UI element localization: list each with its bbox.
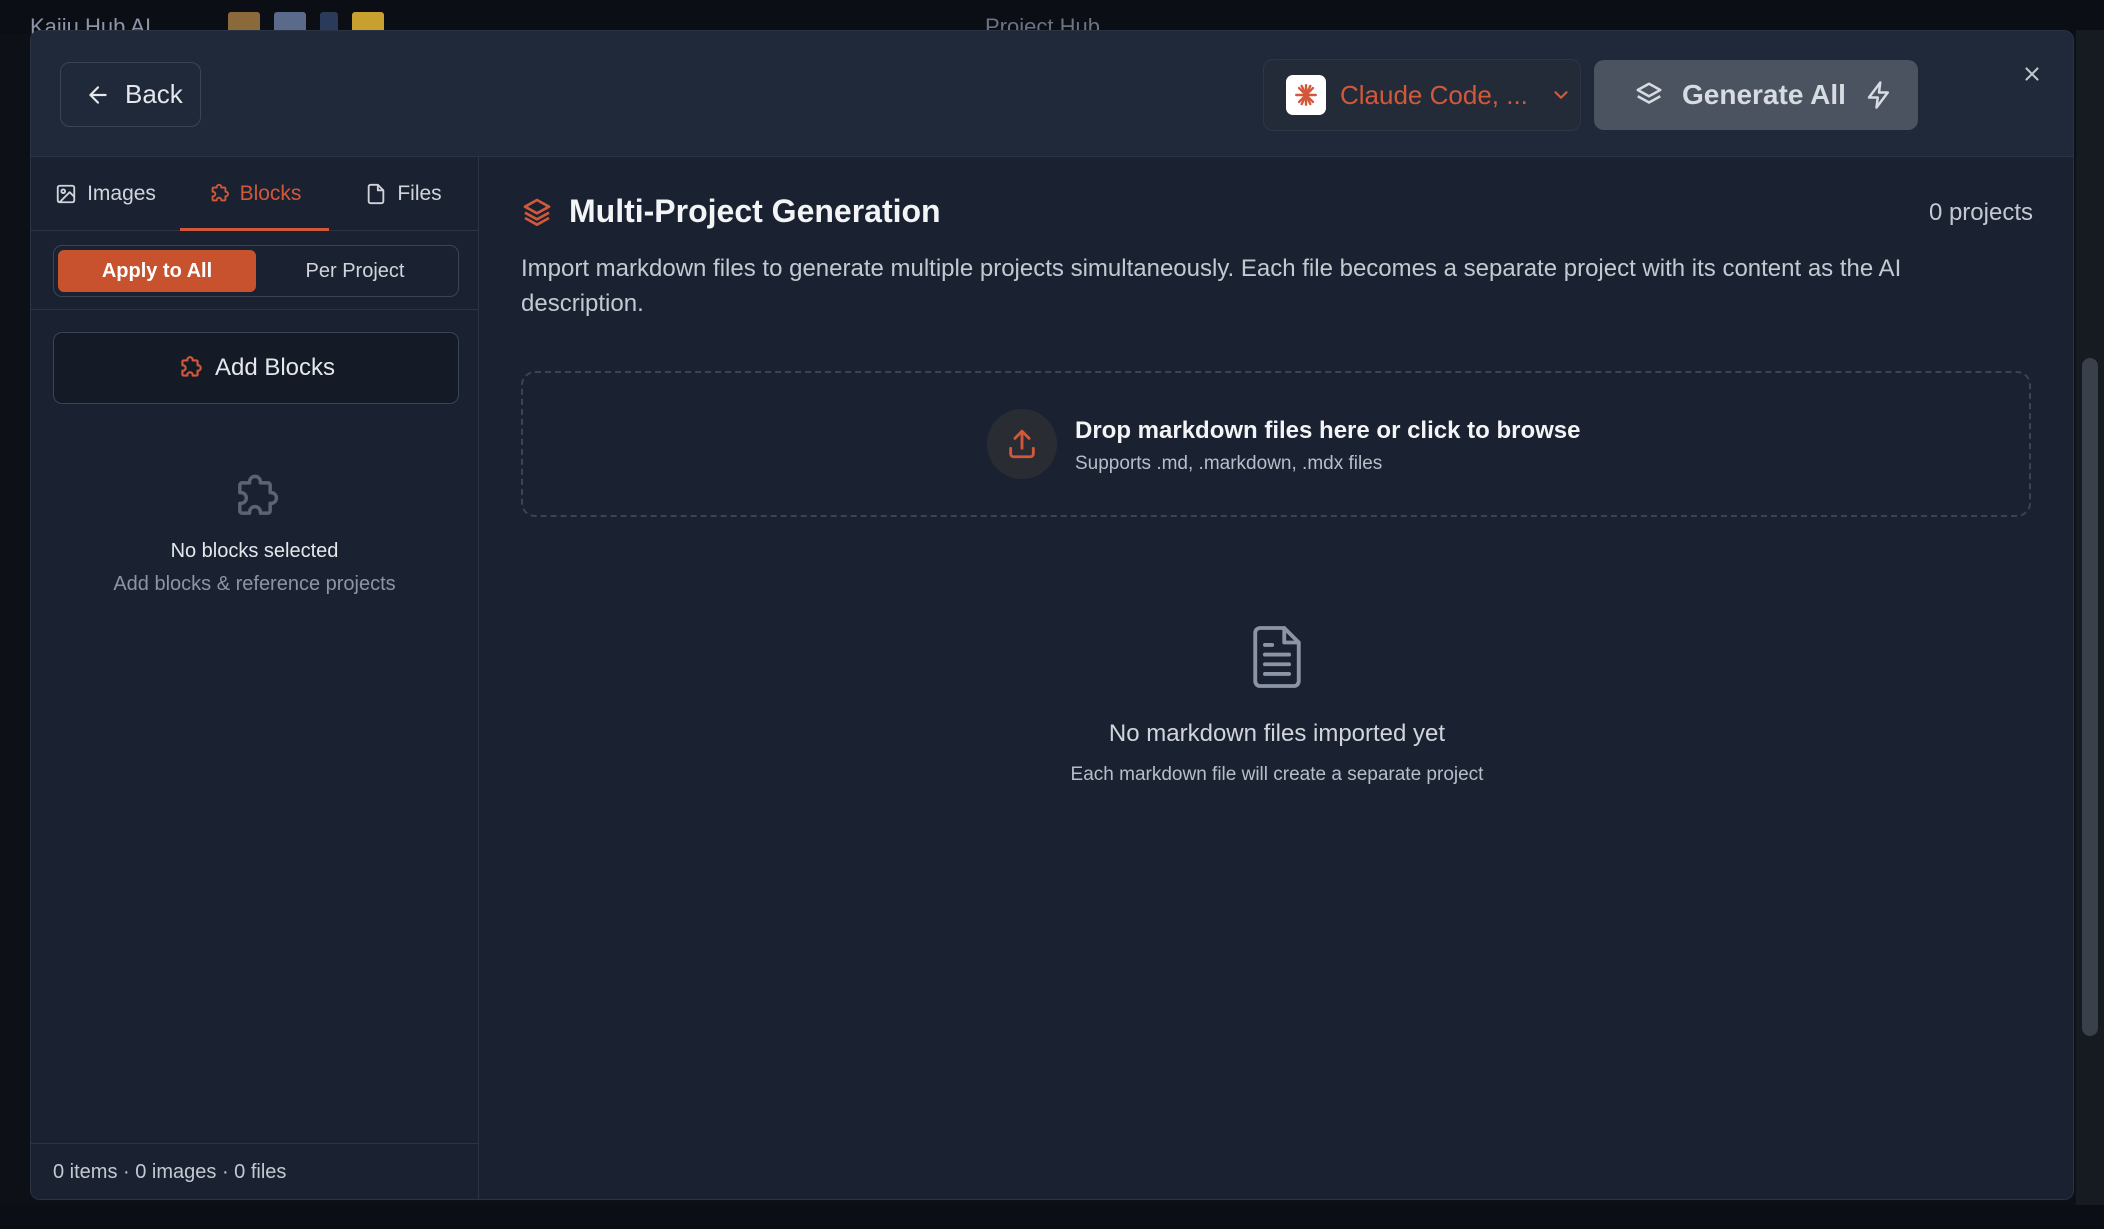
empty-blocks-subtitle: Add blocks & reference projects (113, 573, 396, 595)
background-bottom-bar (0, 1205, 2104, 1229)
add-blocks-button[interactable]: Add Blocks (53, 332, 459, 404)
arrow-left-icon (89, 85, 107, 104)
sidebar-tabs: Images Blocks Files (31, 157, 478, 231)
generate-all-label: Generate All (1682, 79, 1846, 110)
tab-files-label: Files (397, 181, 442, 205)
apply-mode-toggle: Apply to All Per Project (53, 245, 459, 297)
lightning-icon (1867, 81, 1889, 109)
puzzle-icon (211, 183, 229, 201)
puzzle-icon (181, 356, 202, 377)
image-icon (56, 184, 76, 203)
back-button[interactable]: Back (60, 62, 201, 127)
tab-blocks-label: Blocks (239, 181, 302, 205)
close-icon (2025, 67, 2039, 81)
sidebar-divider (31, 309, 478, 310)
tab-files[interactable]: Files (329, 157, 478, 230)
tab-images-label: Images (87, 181, 156, 205)
tab-blocks[interactable]: Blocks (180, 157, 329, 231)
empty-blocks-title: No blocks selected (170, 540, 339, 562)
main-content: Multi-Project Generation 0 projects Impo… (479, 157, 2073, 1199)
upload-icon-circle (987, 409, 1057, 479)
claude-logo-icon (1286, 75, 1326, 115)
close-button[interactable] (2017, 59, 2047, 89)
sidebar-footer-summary: 0 items · 0 images · 0 files (31, 1143, 478, 1199)
document-icon (1253, 626, 1301, 688)
background-scrollbar[interactable] (2082, 358, 2098, 1036)
back-button-label: Back (125, 79, 183, 109)
generate-all-button[interactable]: Generate All (1594, 60, 1918, 130)
project-generation-modal: Back Claude Code, ... Generate All Image… (30, 30, 2074, 1200)
chevron-down-icon (1554, 91, 1568, 99)
empty-blocks-state: No blocks selected Add blocks & referenc… (31, 472, 478, 596)
main-title-row: Multi-Project Generation (521, 193, 941, 230)
empty-files-title: No markdown files imported yet (1108, 720, 1446, 747)
upload-icon (1009, 429, 1035, 459)
background-titlebar: Kaiju Hub AI Project Hub (0, 0, 2104, 34)
empty-files-subtitle: Each markdown file will create a separat… (1070, 764, 1484, 785)
per-project-button[interactable]: Per Project (256, 250, 454, 292)
apply-to-all-button[interactable]: Apply to All (58, 250, 256, 292)
page-description: Import markdown files to generate multip… (521, 255, 1902, 317)
layers-icon (1636, 82, 1662, 104)
project-count: 0 projects (1928, 199, 2033, 226)
layers-icon (523, 198, 551, 226)
modal-header: Back Claude Code, ... Generate All (31, 31, 2073, 157)
tab-images[interactable]: Images (31, 157, 180, 230)
sidebar: Images Blocks Files Apply to All Per Pro… (31, 157, 479, 1199)
empty-files-state: No markdown files imported yet Each mark… (479, 622, 2073, 786)
add-blocks-label: Add Blocks (214, 354, 336, 381)
dropzone-subtitle: Supports .md, .markdown, .mdx files (1075, 453, 1383, 474)
model-select[interactable]: Claude Code, ... (1263, 59, 1581, 131)
markdown-dropzone[interactable]: Drop markdown files here or click to bro… (521, 371, 2031, 517)
dropzone-title: Drop markdown files here or click to bro… (1075, 417, 1581, 444)
puzzle-placeholder-icon (237, 474, 278, 515)
model-select-label: Claude Code, ... (1340, 79, 1528, 110)
file-icon (368, 183, 385, 204)
page-title: Multi-Project Generation (569, 193, 941, 229)
